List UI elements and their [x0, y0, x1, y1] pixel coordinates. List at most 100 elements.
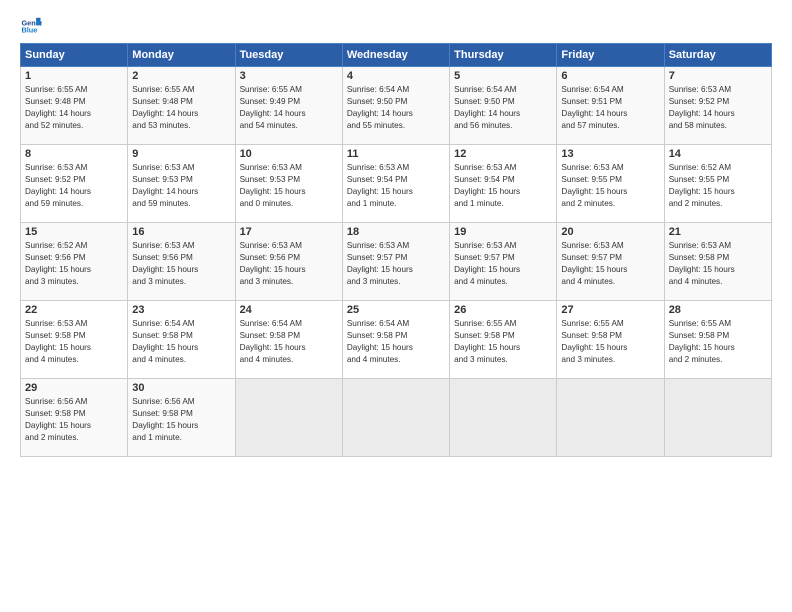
calendar-cell: 7 Sunrise: 6:53 AM Sunset: 9:52 PM Daylig… [664, 67, 771, 145]
day-info: Sunrise: 6:54 AM Sunset: 9:50 PM Dayligh… [454, 84, 552, 132]
day-number: 7 [669, 70, 767, 82]
day-info: Sunrise: 6:54 AM Sunset: 9:51 PM Dayligh… [561, 84, 659, 132]
day-number: 22 [25, 304, 123, 316]
page: General Blue SundayMondayTuesdayWednesda… [0, 0, 792, 612]
day-number: 29 [25, 382, 123, 394]
weekday-header-sunday: Sunday [21, 44, 128, 67]
day-info: Sunrise: 6:53 AM Sunset: 9:57 PM Dayligh… [454, 240, 552, 288]
weekday-header-friday: Friday [557, 44, 664, 67]
day-info: Sunrise: 6:55 AM Sunset: 9:49 PM Dayligh… [240, 84, 338, 132]
day-number: 2 [132, 70, 230, 82]
weekday-header-monday: Monday [128, 44, 235, 67]
day-info: Sunrise: 6:53 AM Sunset: 9:53 PM Dayligh… [132, 162, 230, 210]
day-number: 4 [347, 70, 445, 82]
day-info: Sunrise: 6:53 AM Sunset: 9:53 PM Dayligh… [240, 162, 338, 210]
day-info: Sunrise: 6:53 AM Sunset: 9:58 PM Dayligh… [25, 318, 123, 366]
calendar-cell: 15 Sunrise: 6:52 AM Sunset: 9:56 PM Dayli… [21, 223, 128, 301]
day-info: Sunrise: 6:56 AM Sunset: 9:58 PM Dayligh… [132, 396, 230, 444]
calendar-cell: 25 Sunrise: 6:54 AM Sunset: 9:58 PM Dayli… [342, 301, 449, 379]
day-info: Sunrise: 6:53 AM Sunset: 9:58 PM Dayligh… [669, 240, 767, 288]
header: General Blue [20, 15, 772, 37]
day-number: 12 [454, 148, 552, 160]
day-number: 19 [454, 226, 552, 238]
day-info: Sunrise: 6:54 AM Sunset: 9:50 PM Dayligh… [347, 84, 445, 132]
weekday-header-saturday: Saturday [664, 44, 771, 67]
day-number: 1 [25, 70, 123, 82]
calendar-cell: 27 Sunrise: 6:55 AM Sunset: 9:58 PM Dayli… [557, 301, 664, 379]
calendar-cell: 8Sunrise: 6:53 AM Sunset: 9:52 PM Daylig… [21, 145, 128, 223]
day-number: 28 [669, 304, 767, 316]
day-info: Sunrise: 6:55 AM Sunset: 9:58 PM Dayligh… [669, 318, 767, 366]
day-number: 27 [561, 304, 659, 316]
calendar-cell: 6 Sunrise: 6:54 AM Sunset: 9:51 PM Daylig… [557, 67, 664, 145]
calendar-cell: 16 Sunrise: 6:53 AM Sunset: 9:56 PM Dayli… [128, 223, 235, 301]
day-info: Sunrise: 6:54 AM Sunset: 9:58 PM Dayligh… [240, 318, 338, 366]
svg-text:Blue: Blue [21, 26, 37, 35]
logo: General Blue [20, 15, 46, 37]
calendar-cell: 19 Sunrise: 6:53 AM Sunset: 9:57 PM Dayli… [450, 223, 557, 301]
calendar-cell: 23 Sunrise: 6:54 AM Sunset: 9:58 PM Dayli… [128, 301, 235, 379]
day-number: 8 [25, 148, 123, 160]
day-number: 6 [561, 70, 659, 82]
calendar-cell [557, 379, 664, 457]
calendar-cell: 1 Sunrise: 6:55 AM Sunset: 9:48 PM Daylig… [21, 67, 128, 145]
day-info: Sunrise: 6:53 AM Sunset: 9:54 PM Dayligh… [454, 162, 552, 210]
calendar-cell [342, 379, 449, 457]
day-number: 15 [25, 226, 123, 238]
calendar-cell [450, 379, 557, 457]
calendar-cell: 13 Sunrise: 6:53 AM Sunset: 9:55 PM Dayli… [557, 145, 664, 223]
calendar-cell [235, 379, 342, 457]
calendar-cell: 24 Sunrise: 6:54 AM Sunset: 9:58 PM Dayli… [235, 301, 342, 379]
calendar-cell: 5Sunrise: 6:54 AM Sunset: 9:50 PM Daylig… [450, 67, 557, 145]
calendar-cell: 18 Sunrise: 6:53 AM Sunset: 9:57 PM Dayli… [342, 223, 449, 301]
day-info: Sunrise: 6:54 AM Sunset: 9:58 PM Dayligh… [132, 318, 230, 366]
day-number: 25 [347, 304, 445, 316]
day-number: 24 [240, 304, 338, 316]
day-number: 3 [240, 70, 338, 82]
day-info: Sunrise: 6:53 AM Sunset: 9:56 PM Dayligh… [240, 240, 338, 288]
calendar-cell: 11Sunrise: 6:53 AM Sunset: 9:54 PM Dayli… [342, 145, 449, 223]
weekday-header-thursday: Thursday [450, 44, 557, 67]
calendar-cell: 29Sunrise: 6:56 AM Sunset: 9:58 PM Dayli… [21, 379, 128, 457]
day-number: 23 [132, 304, 230, 316]
calendar-cell: 4 Sunrise: 6:54 AM Sunset: 9:50 PM Daylig… [342, 67, 449, 145]
day-info: Sunrise: 6:55 AM Sunset: 9:58 PM Dayligh… [561, 318, 659, 366]
day-info: Sunrise: 6:53 AM Sunset: 9:52 PM Dayligh… [669, 84, 767, 132]
day-number: 16 [132, 226, 230, 238]
logo-icon: General Blue [20, 15, 42, 37]
day-number: 26 [454, 304, 552, 316]
calendar-table: SundayMondayTuesdayWednesdayThursdayFrid… [20, 43, 772, 457]
calendar-cell: 3 Sunrise: 6:55 AM Sunset: 9:49 PM Daylig… [235, 67, 342, 145]
calendar-cell: 10 Sunrise: 6:53 AM Sunset: 9:53 PM Dayli… [235, 145, 342, 223]
calendar-cell [664, 379, 771, 457]
weekday-header-tuesday: Tuesday [235, 44, 342, 67]
calendar-cell: 30 Sunrise: 6:56 AM Sunset: 9:58 PM Dayli… [128, 379, 235, 457]
day-info: Sunrise: 6:52 AM Sunset: 9:55 PM Dayligh… [669, 162, 767, 210]
calendar-cell: 2Sunrise: 6:55 AM Sunset: 9:48 PM Daylig… [128, 67, 235, 145]
day-number: 21 [669, 226, 767, 238]
calendar-cell: 17 Sunrise: 6:53 AM Sunset: 9:56 PM Dayli… [235, 223, 342, 301]
day-info: Sunrise: 6:53 AM Sunset: 9:55 PM Dayligh… [561, 162, 659, 210]
day-info: Sunrise: 6:54 AM Sunset: 9:58 PM Dayligh… [347, 318, 445, 366]
day-number: 30 [132, 382, 230, 394]
day-info: Sunrise: 6:55 AM Sunset: 9:58 PM Dayligh… [454, 318, 552, 366]
calendar-cell: 14 Sunrise: 6:52 AM Sunset: 9:55 PM Dayli… [664, 145, 771, 223]
calendar-cell: 12 Sunrise: 6:53 AM Sunset: 9:54 PM Dayli… [450, 145, 557, 223]
day-number: 11 [347, 148, 445, 160]
day-number: 14 [669, 148, 767, 160]
day-info: Sunrise: 6:52 AM Sunset: 9:56 PM Dayligh… [25, 240, 123, 288]
weekday-header-wednesday: Wednesday [342, 44, 449, 67]
day-number: 17 [240, 226, 338, 238]
day-info: Sunrise: 6:53 AM Sunset: 9:57 PM Dayligh… [561, 240, 659, 288]
calendar-cell: 28 Sunrise: 6:55 AM Sunset: 9:58 PM Dayli… [664, 301, 771, 379]
calendar-cell: 22 Sunrise: 6:53 AM Sunset: 9:58 PM Dayli… [21, 301, 128, 379]
day-number: 13 [561, 148, 659, 160]
day-number: 9 [132, 148, 230, 160]
day-info: Sunrise: 6:53 AM Sunset: 9:57 PM Dayligh… [347, 240, 445, 288]
day-info: Sunrise: 6:55 AM Sunset: 9:48 PM Dayligh… [25, 84, 123, 132]
calendar-cell: 9 Sunrise: 6:53 AM Sunset: 9:53 PM Daylig… [128, 145, 235, 223]
day-number: 10 [240, 148, 338, 160]
day-info: Sunrise: 6:53 AM Sunset: 9:56 PM Dayligh… [132, 240, 230, 288]
day-number: 18 [347, 226, 445, 238]
calendar-cell: 26 Sunrise: 6:55 AM Sunset: 9:58 PM Dayli… [450, 301, 557, 379]
